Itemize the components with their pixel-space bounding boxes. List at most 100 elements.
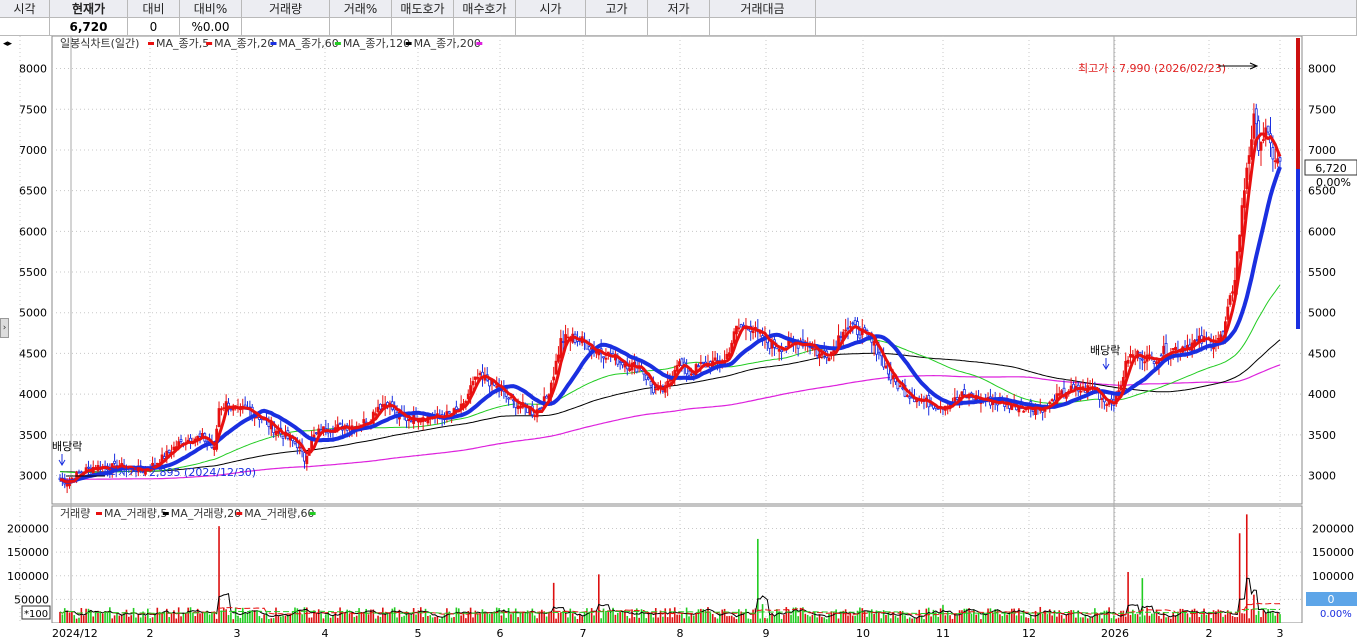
header-col-4-value xyxy=(242,18,330,36)
volume-bar xyxy=(735,619,738,623)
volume-bar xyxy=(486,612,489,623)
volume-bar xyxy=(389,613,391,623)
volume-bar xyxy=(412,608,415,623)
volume-bar xyxy=(434,616,436,623)
header-col-2-label[interactable]: 대비 xyxy=(128,0,180,18)
candle-body xyxy=(846,327,850,330)
candle-body xyxy=(1242,190,1246,208)
volume-bar xyxy=(1158,615,1160,623)
candle-body xyxy=(379,403,382,410)
volume-bar xyxy=(1070,610,1072,623)
volume-bar xyxy=(555,618,557,623)
volume-bar xyxy=(721,609,724,623)
volume-bar xyxy=(1129,614,1132,623)
header-col-3-value: %0.00 xyxy=(180,18,242,36)
volume-bar xyxy=(118,615,121,623)
candle-body xyxy=(680,358,684,366)
volume-bar xyxy=(662,616,664,623)
candle-body xyxy=(818,353,821,358)
candle-body xyxy=(891,375,895,380)
header-col-5-label[interactable]: 거래% xyxy=(330,0,392,18)
header-col-9-label[interactable]: 고가 xyxy=(586,0,648,18)
x-tick-label: 10 xyxy=(856,627,870,640)
volume-bar xyxy=(576,618,579,623)
volume-bar xyxy=(63,608,66,623)
price-legend-swatch xyxy=(270,42,277,45)
volume-bar xyxy=(548,612,550,623)
candle-body xyxy=(692,373,696,376)
volume-bar xyxy=(605,610,607,623)
volume-bar xyxy=(1167,616,1170,623)
candle-body xyxy=(212,446,216,450)
candle-body xyxy=(305,455,309,464)
volume-bar xyxy=(1110,618,1113,623)
volume-bar xyxy=(73,615,76,623)
volume-bar xyxy=(71,611,73,623)
volume-bar xyxy=(187,607,189,623)
candle-body xyxy=(476,376,480,379)
candle-body xyxy=(274,430,278,436)
price-legend-swatch xyxy=(405,42,412,45)
candle-body xyxy=(697,365,700,368)
candle-body xyxy=(87,466,90,469)
volume-bar xyxy=(113,615,116,623)
volume-bar xyxy=(1046,614,1049,623)
price-legend-swatch xyxy=(148,42,154,45)
header-col-4-label[interactable]: 거래량 xyxy=(242,0,330,18)
volume-bar xyxy=(92,616,95,623)
volume-bar xyxy=(650,613,652,623)
header-col-7-label[interactable]: 매수호가 xyxy=(454,0,516,18)
volume-bar xyxy=(657,617,659,623)
volume-bar xyxy=(533,615,536,623)
volume-bar xyxy=(980,619,982,623)
volume-bar xyxy=(861,608,864,623)
volume-bar xyxy=(747,618,750,623)
header-col-1-label[interactable]: 현재가 xyxy=(50,0,128,18)
volume-bar xyxy=(1234,617,1236,623)
volume-bar xyxy=(1015,615,1018,623)
volume-bar xyxy=(676,614,678,623)
volume-bar xyxy=(1217,609,1220,623)
volume-bar xyxy=(992,612,994,623)
candle-body xyxy=(217,408,221,427)
candle-body xyxy=(632,361,636,365)
header-col-3-label[interactable]: 대비% xyxy=(180,0,242,18)
volume-bar xyxy=(386,613,389,623)
volume-bar xyxy=(987,608,989,623)
volume-bar xyxy=(510,614,512,623)
price-y-tick-right: 8000 xyxy=(1308,63,1336,76)
header-col-0-label[interactable]: 시각 xyxy=(0,0,50,18)
volume-bar xyxy=(85,608,87,623)
candle-body xyxy=(267,421,271,427)
candle-body xyxy=(1247,155,1251,164)
candle-body xyxy=(701,361,705,364)
candle-body xyxy=(79,471,83,474)
volume-bar xyxy=(156,607,159,623)
candle-body xyxy=(229,408,233,411)
header-col-6-label[interactable]: 매도호가 xyxy=(392,0,454,18)
price-y-tick-left: 5500 xyxy=(19,266,47,279)
header-col-12-label[interactable] xyxy=(816,0,1357,18)
volume-bar xyxy=(847,615,849,623)
volume-bar xyxy=(685,607,688,623)
header-col-10-label[interactable]: 저가 xyxy=(648,0,710,18)
volume-bar xyxy=(175,618,178,623)
header-col-8-label[interactable]: 시가 xyxy=(516,0,586,18)
volume-bar xyxy=(745,608,747,623)
volume-bar xyxy=(519,611,522,623)
volume-bar xyxy=(590,608,593,623)
volume-bar xyxy=(291,611,294,623)
volume-y-tick-right: 200000 xyxy=(1312,523,1354,536)
volume-bar xyxy=(1039,606,1042,623)
header-col-11-label[interactable]: 거래대금 xyxy=(710,0,816,18)
price-y-tick-right: 5500 xyxy=(1308,266,1336,279)
volume-bar xyxy=(669,608,671,623)
candle-body xyxy=(1252,113,1256,139)
candle-body xyxy=(561,341,565,343)
candle-body xyxy=(1048,401,1052,405)
candle-body xyxy=(651,383,655,394)
volume-bar xyxy=(101,613,104,623)
volume-bar xyxy=(161,613,163,623)
stock-chart[interactable]: ◂▸3000 30003500 35004000 40004500 45005000 50… xyxy=(0,36,1357,640)
header-col-10-value xyxy=(648,18,710,36)
